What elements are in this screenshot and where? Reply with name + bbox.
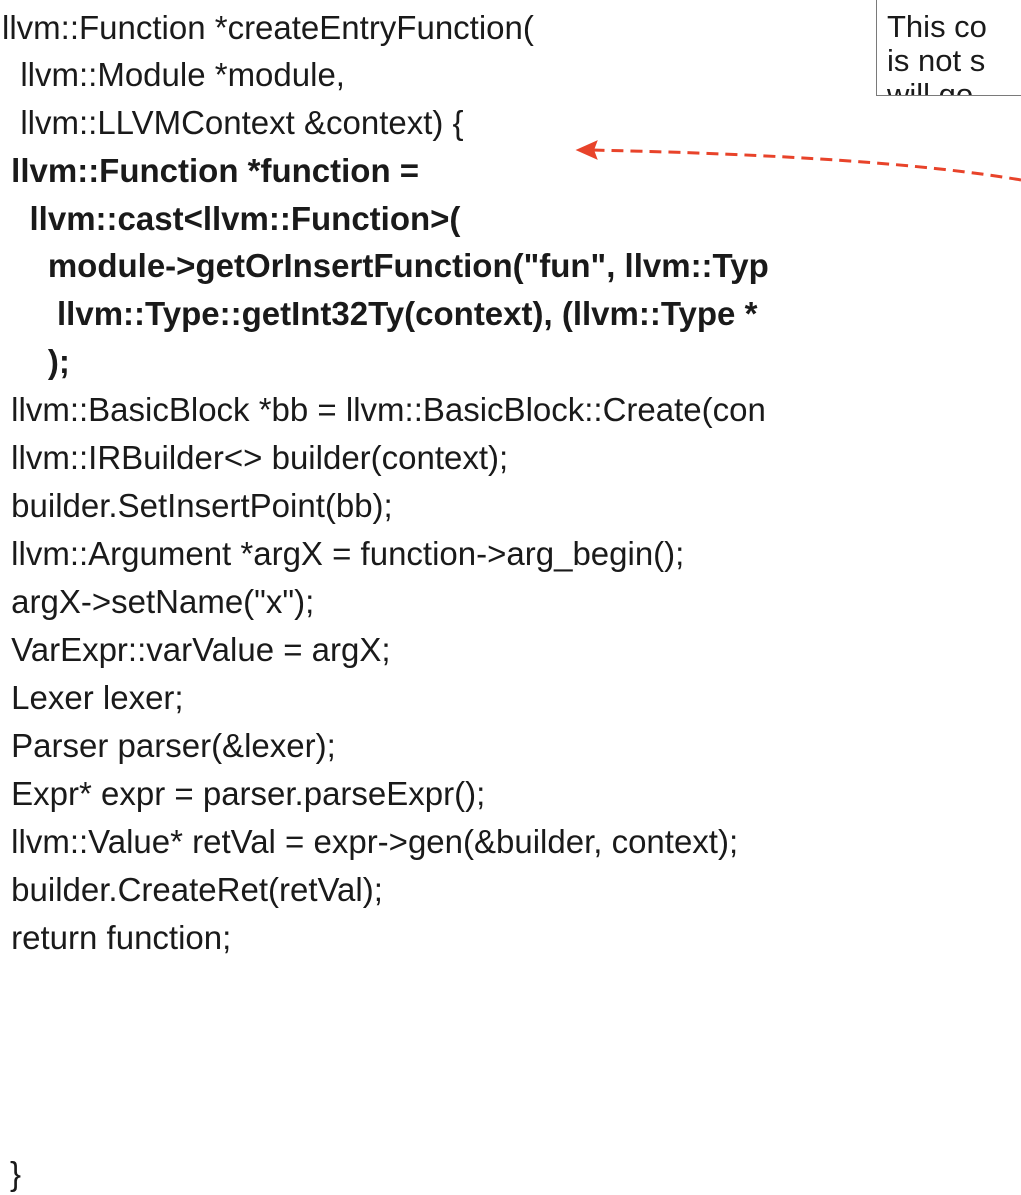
code-line-12: llvm::Argument *argX = function->arg_beg… (2, 535, 685, 572)
code-line-21: } (10, 1155, 22, 1192)
code-line-4: llvm::Function *function = (2, 152, 420, 189)
code-line-8: ); (2, 343, 70, 380)
code-line-17: Expr* expr = parser.parseExpr(); (2, 775, 486, 812)
code-line-2: llvm::Module *module, (2, 56, 345, 93)
annotation-callout: This co is not s will go (876, 0, 1021, 96)
code-line-13: argX->setName("x"); (2, 583, 315, 620)
code-line-7: llvm::Type::getInt32Ty(context), (llvm::… (2, 295, 758, 332)
code-line-16: Parser parser(&lexer); (2, 727, 336, 764)
code-line-20: return function; (2, 919, 232, 956)
code-line-11: builder.SetInsertPoint(bb); (2, 487, 393, 524)
code-line-6: module->getOrInsertFunction("fun", llvm:… (2, 247, 769, 284)
code-line-9: llvm::BasicBlock *bb = llvm::BasicBlock:… (2, 391, 766, 428)
code-line-5: llvm::cast<llvm::Function>( (2, 200, 461, 237)
code-line-18: llvm::Value* retVal = expr->gen(&builder… (2, 823, 739, 860)
callout-line-3: will go (887, 77, 974, 96)
code-line-14: VarExpr::varValue = argX; (2, 631, 391, 668)
code-line-15: Lexer lexer; (2, 679, 184, 716)
callout-line-1: This co (887, 9, 987, 44)
code-line-3: llvm::LLVMContext &context) { (2, 104, 464, 141)
code-line-19: builder.CreateRet(retVal); (2, 871, 383, 908)
code-listing: llvm::Function *createEntryFunction( llv… (0, 0, 1021, 1195)
callout-line-2: is not s (887, 43, 986, 78)
code-line-1: llvm::Function *createEntryFunction( (2, 9, 534, 46)
code-line-10: llvm::IRBuilder<> builder(context); (2, 439, 509, 476)
